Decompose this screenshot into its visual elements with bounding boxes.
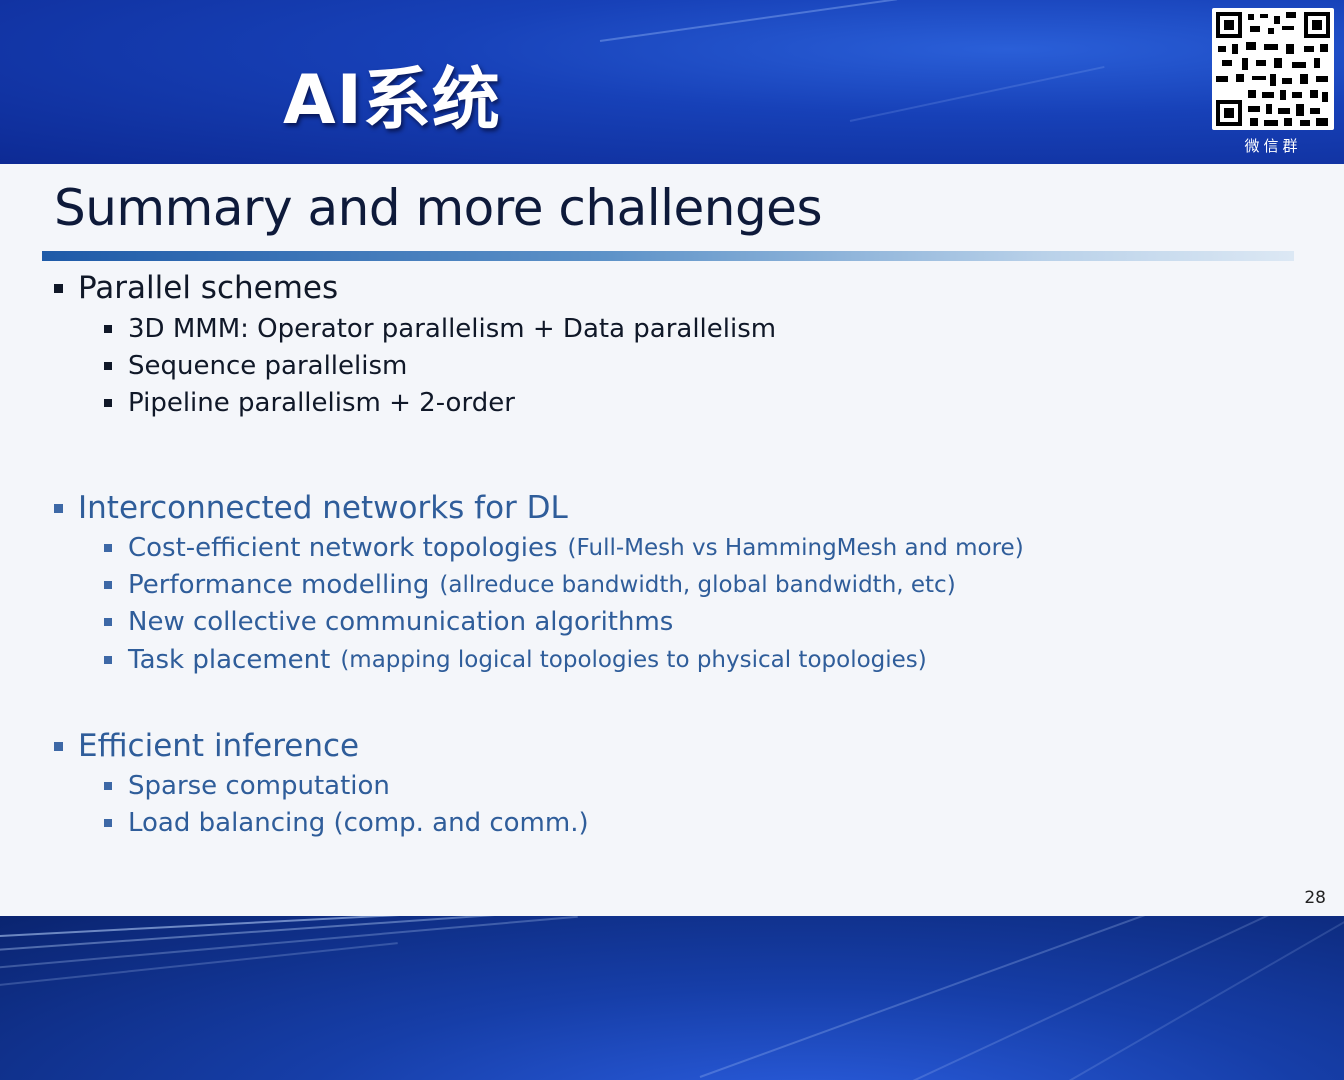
title-divider <box>42 251 1294 261</box>
section-heading-efficient-inference: Efficient inference <box>54 728 359 764</box>
banner-decoration <box>699 916 1171 1078</box>
section-heading-text: Interconnected networks for DL <box>78 490 568 526</box>
list-item-text: Task placement <box>128 645 331 675</box>
list-item: New collective communication algorithms <box>104 607 673 637</box>
list-item-note: (allreduce bandwidth, global bandwidth, … <box>439 572 956 598</box>
list-item-note: (Full-Mesh vs HammingMesh and more) <box>567 535 1024 561</box>
bottom-banner <box>0 916 1344 1080</box>
qr-caption: 微信群 <box>1244 137 1302 155</box>
list-item-note: (mapping logical topologies to physical … <box>340 647 927 673</box>
bullet-square-icon <box>54 741 63 751</box>
list-item: 3D MMM: Operator parallelism + Data para… <box>104 314 776 344</box>
list-item-text: Sparse computation <box>128 771 390 801</box>
bullet-square-icon <box>104 325 112 333</box>
list-item-text: Performance modelling <box>128 570 430 600</box>
bullet-square-icon <box>104 819 112 827</box>
list-item: Load balancing (comp. and comm.) <box>104 808 589 838</box>
list-item-text: Pipeline parallelism + 2-order <box>128 388 515 418</box>
bullet-square-icon <box>104 618 112 626</box>
bullet-square-icon <box>104 399 112 407</box>
bullet-square-icon <box>54 283 63 293</box>
bullet-square-icon <box>104 782 112 790</box>
list-item: Cost-efficient network topologies (Full-… <box>104 533 1024 563</box>
slide: Summary and more challenges Parallel sch… <box>0 164 1344 916</box>
list-item: Sparse computation <box>104 771 390 801</box>
list-item: Task placement (mapping logical topologi… <box>104 645 927 675</box>
banner-decoration <box>849 65 1105 122</box>
slide-title: Summary and more challenges <box>54 179 823 237</box>
banner-decoration <box>899 916 1336 1080</box>
bullet-square-icon <box>54 503 63 513</box>
list-item: Pipeline parallelism + 2-order <box>104 388 515 418</box>
list-item-text: 3D MMM: Operator parallelism + Data para… <box>128 314 777 344</box>
list-item-text: Sequence parallelism <box>128 351 408 381</box>
section-heading-interconnected-networks: Interconnected networks for DL <box>54 490 568 526</box>
list-item-text: Cost-efficient network topologies <box>128 533 558 563</box>
banner-title: AI系统 <box>283 61 501 140</box>
list-item: Sequence parallelism <box>104 351 407 381</box>
page-number: 28 <box>1304 888 1326 908</box>
section-heading-text: Parallel schemes <box>78 270 339 306</box>
bullet-square-icon <box>104 581 112 589</box>
section-heading-text: Efficient inference <box>78 728 360 764</box>
bullet-square-icon <box>104 544 112 552</box>
list-item-text: New collective communication algorithms <box>128 607 674 637</box>
qr-code-icon <box>1212 8 1334 130</box>
bullet-square-icon <box>104 362 112 370</box>
list-item: Performance modelling (allreduce bandwid… <box>104 570 956 600</box>
list-item-text: Load balancing (comp. and comm.) <box>128 808 589 838</box>
bullet-square-icon <box>104 656 112 664</box>
section-heading-parallel-schemes: Parallel schemes <box>54 270 338 306</box>
top-banner: AI系统 微信群 <box>0 0 1344 164</box>
banner-decoration <box>1049 916 1344 1080</box>
banner-decoration <box>599 0 898 42</box>
